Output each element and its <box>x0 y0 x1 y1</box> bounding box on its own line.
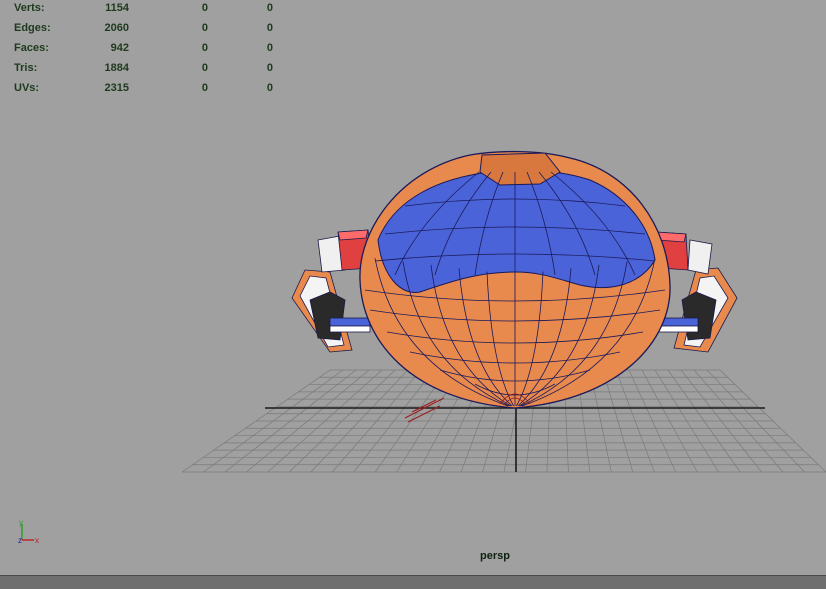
hud-value: 0 <box>266 22 273 34</box>
hud-label: Edges: <box>14 22 51 34</box>
hud-value: 0 <box>266 82 273 94</box>
hud-row-edges: Edges: 2060 0 0 <box>14 21 274 35</box>
axis-y-label: y <box>19 518 23 527</box>
hud-value: 0 <box>201 82 208 94</box>
hud-value: 2060 <box>104 22 129 34</box>
hud-row-tris: Tris: 1884 0 0 <box>14 61 274 75</box>
hud-value: 0 <box>201 22 208 34</box>
hud-value: 0 <box>266 62 273 74</box>
hud-value: 2315 <box>104 82 129 94</box>
dome-model[interactable] <box>359 150 671 409</box>
view-axis-indicator: y x z <box>18 518 39 545</box>
hud-value: 0 <box>266 2 273 14</box>
hud-row-faces: Faces: 942 0 0 <box>14 41 274 55</box>
hud-value: 942 <box>110 42 129 54</box>
hud-label: Tris: <box>14 62 38 74</box>
camera-name-label: persp <box>480 550 510 562</box>
hud-label: UVs: <box>14 82 40 94</box>
hud-row-verts: Verts: 1154 0 0 <box>14 1 274 15</box>
hud-value: 1884 <box>104 62 129 74</box>
hud-label: Verts: <box>14 2 45 14</box>
axis-z-label: z <box>18 536 22 545</box>
hud-value: 0 <box>201 62 208 74</box>
hud-value: 0 <box>266 42 273 54</box>
perspective-viewport[interactable]: Verts: 1154 0 0 Edges: 2060 0 0 Faces: 9… <box>0 0 826 575</box>
axis-x-label: x <box>35 536 39 545</box>
hud-value: 1154 <box>105 2 129 14</box>
hud-value: 0 <box>201 2 208 14</box>
hud-row-uvs: UVs: 2315 0 0 <box>14 81 274 95</box>
viewport-bottom-strip <box>0 575 826 589</box>
hud-label: Faces: <box>14 42 49 54</box>
hud-value: 0 <box>201 42 208 54</box>
left-side-pod[interactable] <box>291 229 373 353</box>
